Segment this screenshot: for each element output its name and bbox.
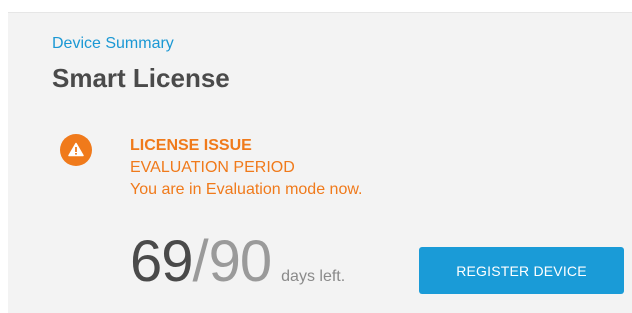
register-device-button[interactable]: REGISTER DEVICE xyxy=(419,247,624,294)
breadcrumb-device-summary-link[interactable]: Device Summary xyxy=(52,35,174,53)
days-total: 90 xyxy=(208,229,273,294)
page-title: Smart License xyxy=(52,63,230,93)
alert-description: You are in Evaluation mode now. xyxy=(130,181,363,198)
alert-heading: LICENSE ISSUE xyxy=(130,137,252,154)
alert-text: LICENSE ISSUE EVALUATION PERIOD You are … xyxy=(130,135,490,201)
days-used: 69 xyxy=(130,229,194,294)
days-left-label: days left. xyxy=(281,268,346,285)
days-separator: / xyxy=(192,229,209,294)
evaluation-days-counter: 69 / 90 days left. xyxy=(130,228,345,296)
smart-license-panel: Device Summary Smart License LICENSE ISS… xyxy=(8,12,632,313)
alert-subheading: EVALUATION PERIOD xyxy=(130,159,295,176)
warning-icon xyxy=(60,134,92,166)
page: Device Summary Smart License LICENSE ISS… xyxy=(0,0,632,313)
